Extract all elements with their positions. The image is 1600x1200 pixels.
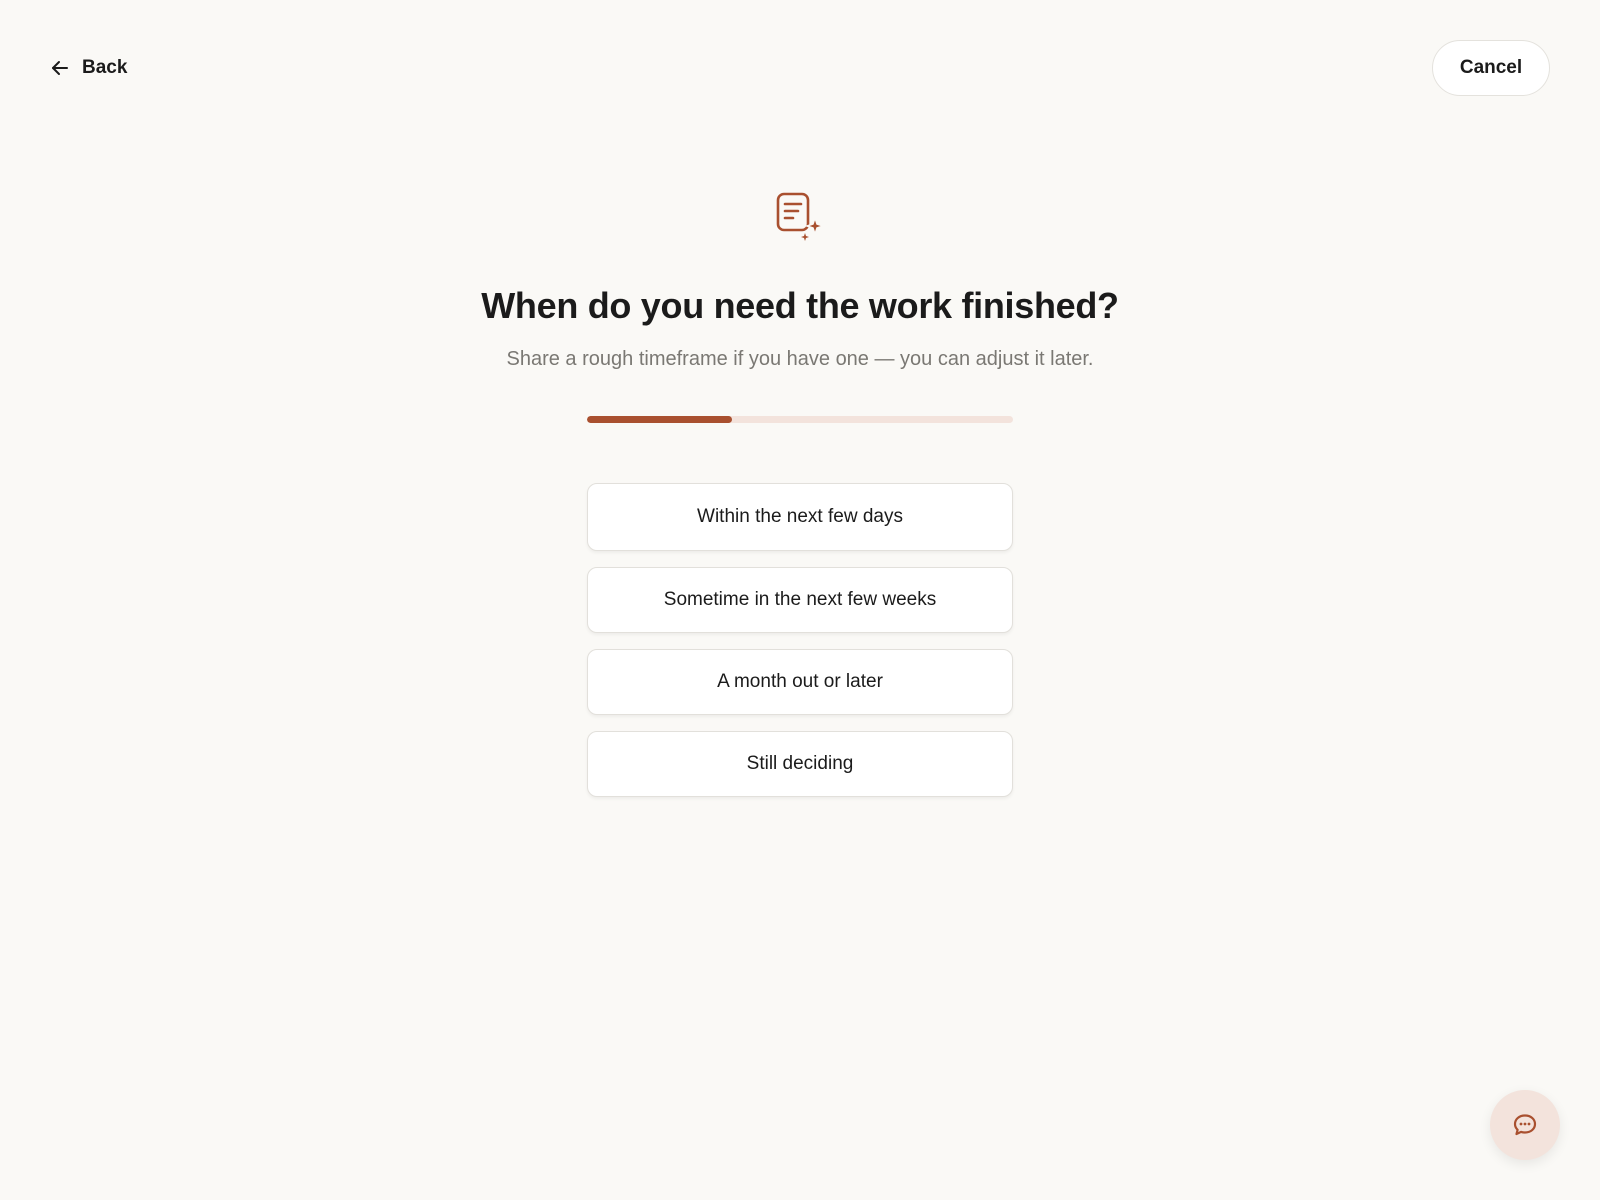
option-few-weeks[interactable]: Sometime in the next few weeks (587, 567, 1013, 633)
chat-bubble-icon (1513, 1114, 1537, 1136)
page-subtitle: Share a rough timeframe if you have one … (506, 348, 1094, 370)
page-title: When do you need the work finished? (481, 285, 1119, 326)
option-within-days[interactable]: Within the next few days (587, 483, 1013, 551)
question-panel: When do you need the work finished? Shar… (0, 0, 1600, 797)
chat-button[interactable] (1490, 1090, 1560, 1160)
document-sparkle-icon (776, 192, 825, 241)
progress-bar (587, 416, 1013, 423)
option-still-deciding[interactable]: Still deciding (587, 731, 1013, 797)
option-month-later[interactable]: A month out or later (587, 649, 1013, 715)
progress-fill (587, 416, 732, 423)
options-list: Within the next few days Sometime in the… (587, 483, 1013, 797)
